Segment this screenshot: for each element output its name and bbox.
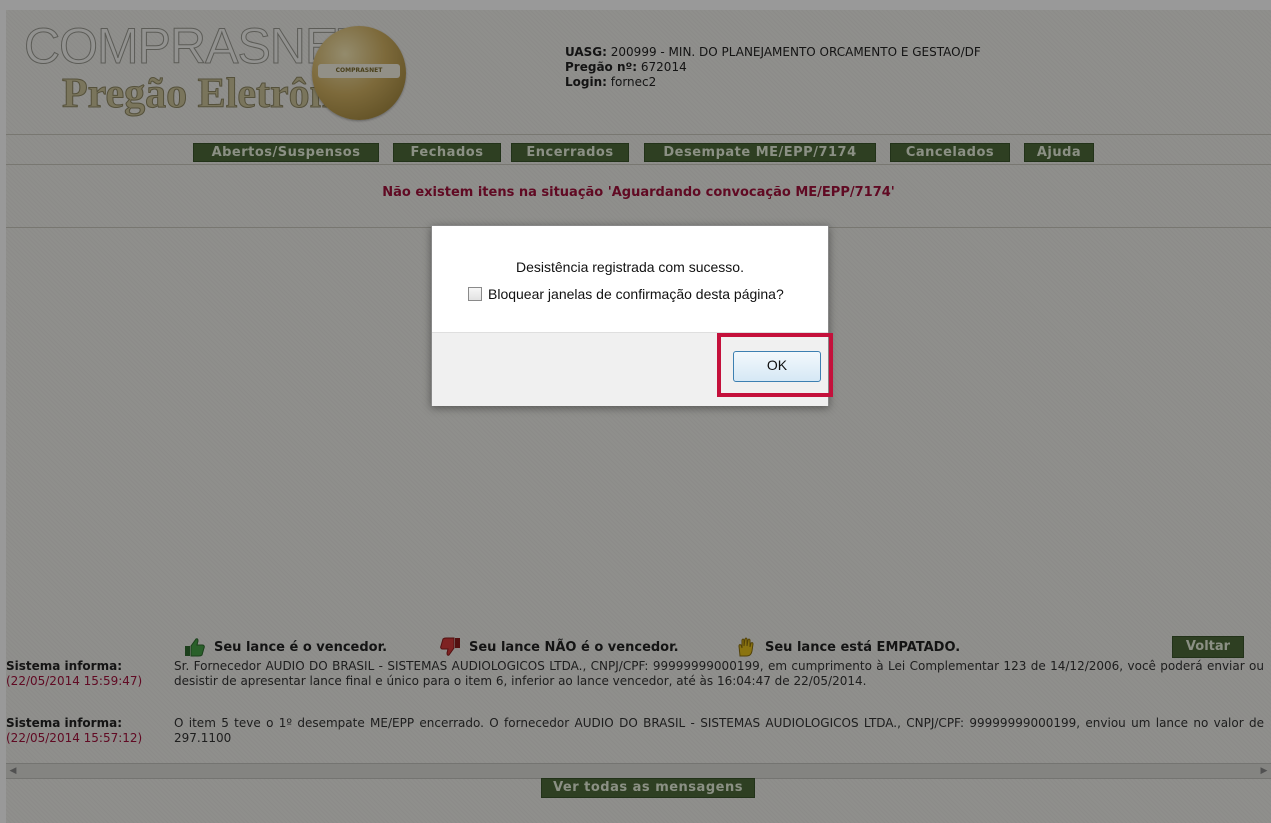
ok-highlight-box — [717, 333, 833, 397]
dialog-checkbox-row[interactable]: Bloquear janelas de confirmação desta pá… — [468, 286, 784, 302]
checkbox-label[interactable]: Bloquear janelas de confirmação desta pá… — [488, 286, 784, 302]
block-dialogs-checkbox[interactable] — [468, 287, 482, 301]
modal-overlay — [0, 0, 1271, 823]
dialog-message: Desistência registrada com sucesso. — [516, 259, 744, 275]
confirmation-dialog: Desistência registrada com sucesso. Bloq… — [431, 225, 833, 406]
